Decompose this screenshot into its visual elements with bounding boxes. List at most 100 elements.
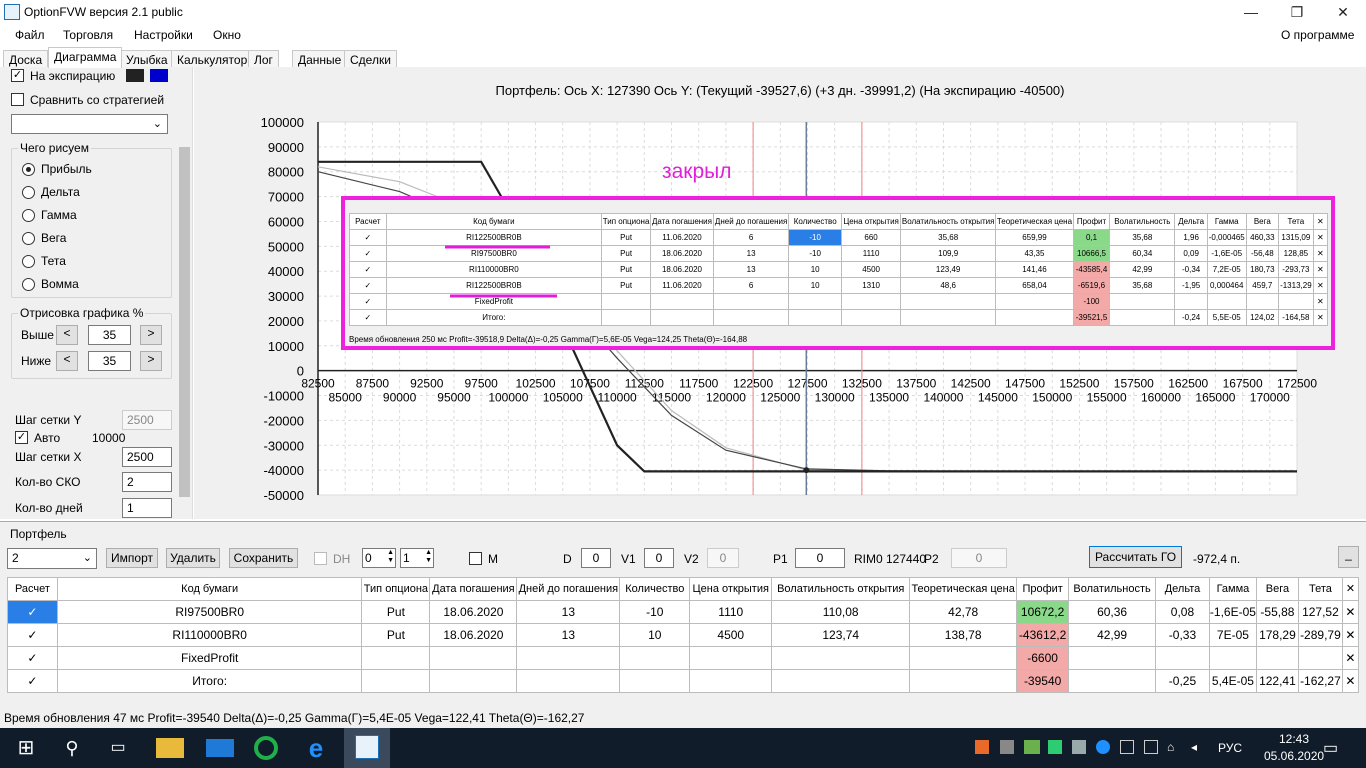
minimize-button[interactable]: — — [1228, 0, 1274, 24]
tab-board[interactable]: Доска — [3, 50, 49, 68]
below-input[interactable]: 35 — [88, 351, 131, 371]
v2-input[interactable]: 0 — [707, 548, 739, 568]
spin1-input[interactable]: 0 ▲ ▼ — [362, 548, 396, 568]
above-increase-button[interactable]: > — [140, 325, 162, 345]
color-swatch-blue[interactable] — [150, 69, 168, 82]
color-swatch-black[interactable] — [126, 69, 144, 82]
import-button[interactable]: Импорт — [106, 548, 158, 568]
row-remove-button[interactable]: ✕ — [1341, 646, 1360, 670]
row-calc-checkbox[interactable]: ✓ — [7, 646, 58, 670]
compare-checkbox[interactable] — [11, 93, 24, 106]
row-calc-checkbox[interactable]: ✓ — [7, 669, 58, 693]
ov-header-0[interactable]: Расчет — [349, 213, 387, 230]
days-input[interactable]: 1 — [122, 498, 172, 518]
ov-header-2[interactable]: Тип опциона — [601, 213, 651, 230]
minimize-panel-button[interactable]: _ — [1338, 546, 1359, 568]
edge-icon[interactable]: e — [302, 734, 330, 762]
q-app-icon[interactable] — [254, 736, 278, 760]
pt-row[interactable]: ✓ Итого: -39540 -0,25 5,4E-05 122,41 -162,27 ✕ — [7, 669, 1360, 693]
row-remove-button[interactable]: ✕ — [1312, 293, 1329, 310]
row-calc-checkbox[interactable]: ✓ — [349, 261, 387, 278]
row-calc-checkbox[interactable]: ✓ — [349, 245, 387, 262]
pt-row[interactable]: ✓ RI110000BR0 Put 18.06.2020 13 10 4500 123,74 1… — [7, 623, 1360, 647]
grid-x-input[interactable]: 2500 — [122, 447, 172, 467]
pt-header-5[interactable]: Количество — [619, 577, 691, 601]
clock-date[interactable]: 05.06.2020 — [1264, 749, 1324, 763]
above-decrease-button[interactable]: < — [56, 325, 78, 345]
radio-profit[interactable] — [22, 163, 35, 176]
tab-data[interactable]: Данные — [292, 50, 348, 68]
clock-time[interactable]: 12:43 — [1264, 732, 1324, 746]
pt-header-4[interactable]: Дней до погашения — [516, 577, 621, 601]
p1-input[interactable]: 0 — [795, 548, 845, 568]
radio-vega[interactable] — [22, 232, 35, 245]
file-explorer-icon[interactable] — [156, 738, 184, 758]
dh-checkbox[interactable] — [314, 552, 327, 565]
row-calc-checkbox[interactable]: ✓ — [7, 623, 58, 647]
below-decrease-button[interactable]: < — [56, 351, 78, 371]
tray-icon[interactable] — [1072, 740, 1086, 754]
mail-icon[interactable] — [206, 739, 234, 757]
ov-header-5[interactable]: Количество — [788, 213, 843, 230]
ov-header-15[interactable]: ✕ — [1312, 213, 1329, 230]
pt-header-2[interactable]: Тип опциона — [361, 577, 431, 601]
row-remove-button[interactable]: ✕ — [1341, 623, 1360, 647]
maximize-button[interactable]: ❐ — [1274, 0, 1320, 24]
windows-start-icon[interactable]: ⊞ — [12, 734, 40, 762]
tab-deals[interactable]: Сделки — [344, 50, 397, 68]
tray-icon[interactable] — [1144, 740, 1158, 754]
ov-header-12[interactable]: Гамма — [1206, 213, 1247, 230]
notification-icon[interactable]: ▭ — [1323, 738, 1338, 758]
ov-header-13[interactable]: Вега — [1245, 213, 1280, 230]
search-icon[interactable]: ⚲ — [58, 734, 86, 762]
tab-smile[interactable]: Улыбка — [120, 50, 174, 68]
pt-row[interactable]: ✓ FixedProfit -6600 ✕ — [7, 646, 1360, 670]
v1-input[interactable]: 0 — [644, 548, 674, 568]
close-button[interactable]: ✕ — [1320, 0, 1366, 24]
radio-vomma[interactable] — [22, 278, 35, 291]
spin-arrows-icon[interactable]: ▲ ▼ — [425, 549, 432, 565]
d-input[interactable]: 0 — [581, 548, 611, 568]
left-scrollbar[interactable] — [177, 69, 192, 519]
radio-delta[interactable] — [22, 186, 35, 199]
row-remove-button[interactable]: ✕ — [1312, 309, 1329, 326]
row-remove-button[interactable]: ✕ — [1312, 261, 1329, 278]
row-remove-button[interactable]: ✕ — [1341, 669, 1360, 693]
ov-header-3[interactable]: Дата погашения — [649, 213, 715, 230]
portfolio-select[interactable]: 2 ⌄ — [7, 548, 97, 569]
tray-icon[interactable] — [1120, 740, 1134, 754]
row-calc-checkbox[interactable]: ✓ — [349, 277, 387, 294]
spin-arrows-icon[interactable]: ▲ ▼ — [387, 549, 394, 565]
delete-button[interactable]: Удалить — [166, 548, 220, 568]
grid-y-input[interactable]: 2500 — [122, 410, 172, 430]
row-calc-checkbox[interactable]: ✓ — [349, 309, 387, 326]
language-indicator[interactable]: РУС — [1218, 741, 1242, 755]
ov-header-7[interactable]: Волатильность открытия — [900, 213, 997, 230]
row-calc-checkbox[interactable]: ✓ — [349, 229, 387, 246]
pt-header-12[interactable]: Гамма — [1208, 577, 1257, 601]
pt-header-9[interactable]: Профит — [1016, 577, 1070, 601]
spin2-input[interactable]: 1 ▲ ▼ — [400, 548, 434, 568]
at-expiry-checkbox[interactable]: ✓ — [11, 69, 24, 82]
tray-icon[interactable] — [975, 740, 989, 754]
ov-header-6[interactable]: Цена открытия — [841, 213, 902, 230]
pt-header-8[interactable]: Теоретическая цена — [909, 577, 1018, 601]
pt-row[interactable]: ✓ RI97500BR0 Put 18.06.2020 13 -10 1110 110,08 4… — [7, 600, 1360, 624]
m-checkbox[interactable] — [469, 552, 482, 565]
pt-header-1[interactable]: Код бумаги — [56, 577, 363, 601]
nvidia-icon[interactable] — [1024, 740, 1040, 754]
row-remove-button[interactable]: ✕ — [1312, 277, 1329, 294]
tray-icon[interactable] — [1000, 740, 1014, 754]
save-button[interactable]: Сохранить — [229, 548, 298, 568]
ov-header-1[interactable]: Код бумаги — [385, 213, 603, 230]
row-remove-button[interactable]: ✕ — [1341, 600, 1360, 624]
pt-header-10[interactable]: Волатильность — [1068, 577, 1157, 601]
pt-header-6[interactable]: Цена открытия — [689, 577, 773, 601]
p2-input[interactable]: 0 — [951, 548, 1007, 568]
pt-header-11[interactable]: Дельта — [1155, 577, 1210, 601]
menu-trade[interactable]: Торговля — [63, 28, 113, 42]
sko-input[interactable]: 2 — [122, 472, 172, 492]
row-calc-checkbox[interactable]: ✓ — [349, 293, 387, 310]
menu-window[interactable]: Окно — [213, 28, 241, 42]
tray-icon[interactable] — [1048, 740, 1062, 754]
